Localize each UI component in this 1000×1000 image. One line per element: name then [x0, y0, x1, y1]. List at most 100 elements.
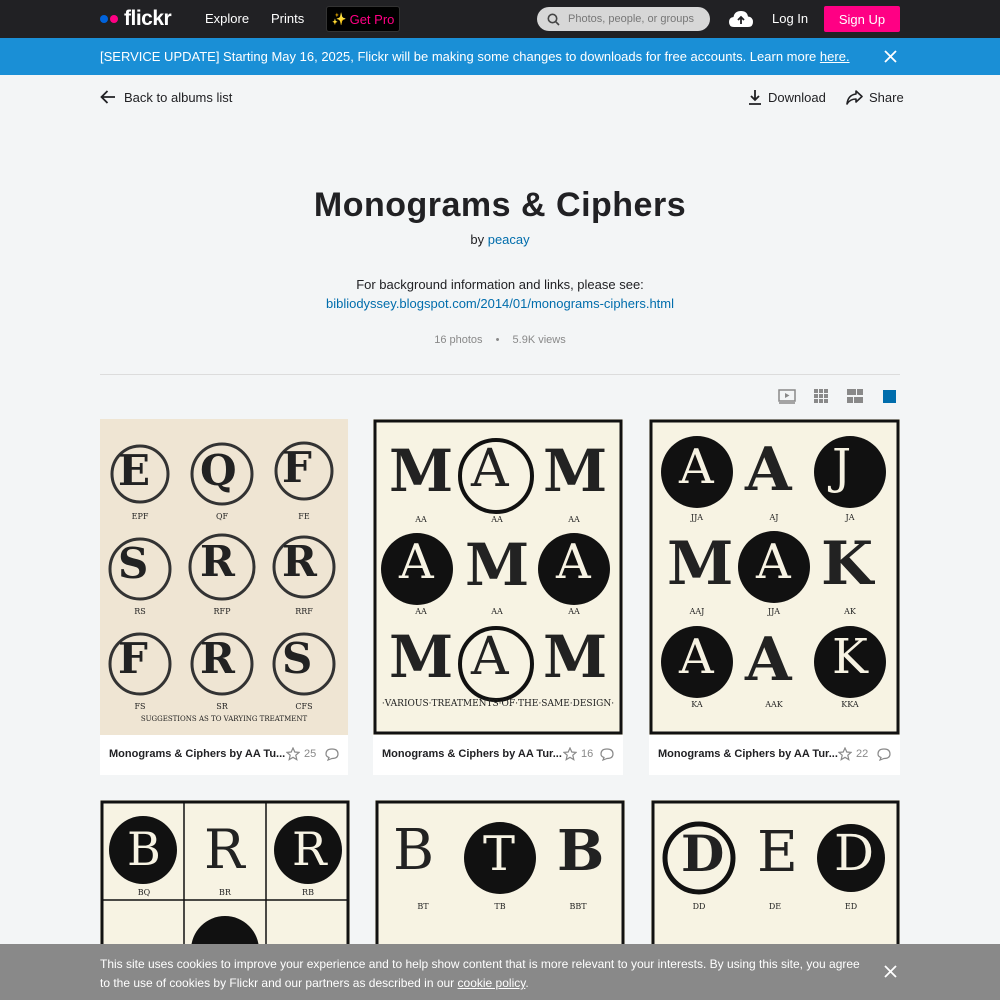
share-button[interactable]: Share — [846, 89, 904, 105]
monogram-glyph: T — [483, 826, 516, 882]
plate-footer-text: ·VARIOUS·TREATMENTS·OF·THE·SAME·DESIGN· — [381, 699, 615, 709]
slideshow-view-button[interactable] — [778, 388, 796, 404]
album-title: Monograms & Ciphers — [313, 186, 687, 224]
fave-button[interactable]: 16 — [563, 747, 593, 761]
monogram-glyph: A — [471, 439, 509, 499]
slideshow-icon — [778, 388, 796, 404]
small-grid-icon — [814, 389, 828, 403]
cookie-end: . — [525, 976, 529, 990]
back-to-albums-link[interactable]: Back to albums list — [100, 89, 232, 105]
monogram-glyph: K — [832, 629, 868, 685]
logo-text: flickr — [124, 7, 172, 30]
monogram-label: AA — [491, 515, 503, 524]
view-mode-toggles — [778, 388, 898, 404]
sparkle-icon: ✨ — [331, 12, 347, 26]
description-text: For background information and links, pl… — [356, 277, 644, 292]
cookie-policy-link[interactable]: cookie policy — [458, 976, 526, 990]
monogram-label: QF — [215, 512, 229, 521]
photo-card[interactable]: M A M A M A M A M AA AA AA AA AA AA ·VAR… — [373, 419, 623, 775]
monogram-glyph: D — [834, 824, 875, 882]
album-byline: by peacay — [0, 232, 1000, 247]
monogram-glyph: A — [399, 534, 434, 590]
monogram-label: DE — [768, 902, 782, 911]
download-label: Download — [768, 89, 826, 105]
justified-grid-icon — [847, 389, 863, 403]
star-icon — [286, 747, 300, 761]
monogram-glyph: A — [679, 439, 714, 495]
monogram-glyph: E — [118, 446, 151, 495]
photo-thumbnail[interactable]: M A M A M A M A M AA AA AA AA AA AA ·VAR… — [373, 419, 623, 735]
monogram-glyph: R — [282, 537, 317, 586]
byline-prefix: by — [470, 232, 485, 247]
fave-count: 25 — [304, 748, 317, 760]
star-icon — [838, 747, 852, 761]
monogram-label: JJA — [767, 607, 781, 616]
get-pro-label: Get Pro — [349, 11, 395, 27]
small-grid-view-button[interactable] — [812, 388, 830, 404]
monogram-label: AA — [568, 607, 580, 616]
photo-caption[interactable]: Monograms & Ciphers by AA Tur... — [658, 748, 838, 760]
monogram-glyph: F — [282, 443, 312, 492]
monogram-glyph: R — [204, 818, 245, 881]
download-icon — [749, 90, 761, 105]
large-view-button[interactable] — [880, 388, 898, 404]
monogram-label: TB — [494, 902, 506, 911]
banner-learn-more-link[interactable]: here. — [820, 49, 850, 64]
flickr-logo[interactable]: flickr — [100, 7, 172, 30]
close-icon[interactable] — [884, 50, 897, 63]
large-square-icon — [882, 389, 896, 403]
monogram-glyph: B — [127, 822, 161, 876]
nav-explore[interactable]: Explore — [205, 11, 249, 26]
comment-icon[interactable] — [877, 748, 891, 761]
monogram-label: EPF — [131, 512, 149, 521]
photo-caption[interactable]: Monograms & Ciphers by AA Tu... — [109, 748, 285, 760]
signup-button[interactable]: Sign Up — [824, 6, 900, 32]
search-input[interactable] — [568, 13, 698, 25]
photo-caption[interactable]: Monograms & Ciphers by AA Tur... — [382, 748, 562, 760]
monogram-glyph: A — [745, 625, 792, 695]
stats-separator: • — [495, 334, 500, 346]
login-link[interactable]: Log In — [772, 11, 808, 26]
justified-view-button[interactable] — [846, 388, 864, 404]
monogram-glyph: F — [118, 634, 148, 683]
photo-card[interactable]: E Q F S R R F R S EPF QF FE RS RFP RRF F… — [100, 419, 348, 775]
monogram-label: AAK — [765, 700, 783, 709]
monogram-label: KKA — [841, 700, 859, 709]
photo-thumbnail[interactable]: A A J M A K A A K JJA AJ JA AAJ JJA AK K… — [649, 419, 900, 735]
fave-count: 22 — [856, 748, 869, 760]
monogram-label: BQ — [137, 888, 151, 897]
monogram-glyph: M — [667, 529, 734, 599]
search-box[interactable] — [537, 7, 710, 31]
star-icon — [563, 747, 577, 761]
banner-message: [SERVICE UPDATE] Starting May 16, 2025, … — [100, 49, 817, 64]
logo-pink-dot — [110, 15, 118, 23]
fave-button[interactable]: 25 — [286, 747, 316, 761]
monogram-label: FE — [298, 512, 310, 521]
description-link[interactable]: bibliodyssey.blogspot.com/2014/01/monogr… — [326, 296, 674, 311]
monogram-glyph: Q — [200, 446, 237, 495]
arrow-left-icon — [100, 90, 115, 104]
photo-thumbnail[interactable]: E Q F S R R F R S EPF QF FE RS RFP RRF F… — [100, 419, 348, 735]
header-divider — [100, 374, 900, 375]
monogram-glyph: A — [679, 629, 714, 685]
get-pro-button[interactable]: ✨ Get Pro — [326, 6, 400, 32]
download-button[interactable]: Download — [748, 89, 826, 105]
monogram-label: RB — [302, 888, 314, 897]
comment-icon[interactable] — [600, 748, 614, 761]
author-link[interactable]: peacay — [488, 232, 530, 247]
close-icon[interactable] — [884, 965, 897, 978]
monogram-label: FS — [134, 702, 146, 711]
monogram-glyph: M — [389, 437, 454, 505]
comment-icon[interactable] — [325, 748, 339, 761]
monogram-glyph: A — [745, 435, 792, 505]
nav-prints[interactable]: Prints — [271, 11, 304, 26]
photo-card[interactable]: A A J M A K A A K JJA AJ JA AAJ JJA AK K… — [649, 419, 900, 775]
monogram-label: BR — [219, 888, 231, 897]
upload-cloud-icon[interactable] — [728, 9, 754, 29]
monogram-label: KA — [691, 700, 703, 709]
fave-button[interactable]: 22 — [838, 747, 868, 761]
monogram-label: ED — [844, 902, 858, 911]
monogram-label: AA — [491, 607, 503, 616]
banner-text: [SERVICE UPDATE] Starting May 16, 2025, … — [100, 49, 850, 64]
back-label: Back to albums list — [124, 89, 233, 105]
